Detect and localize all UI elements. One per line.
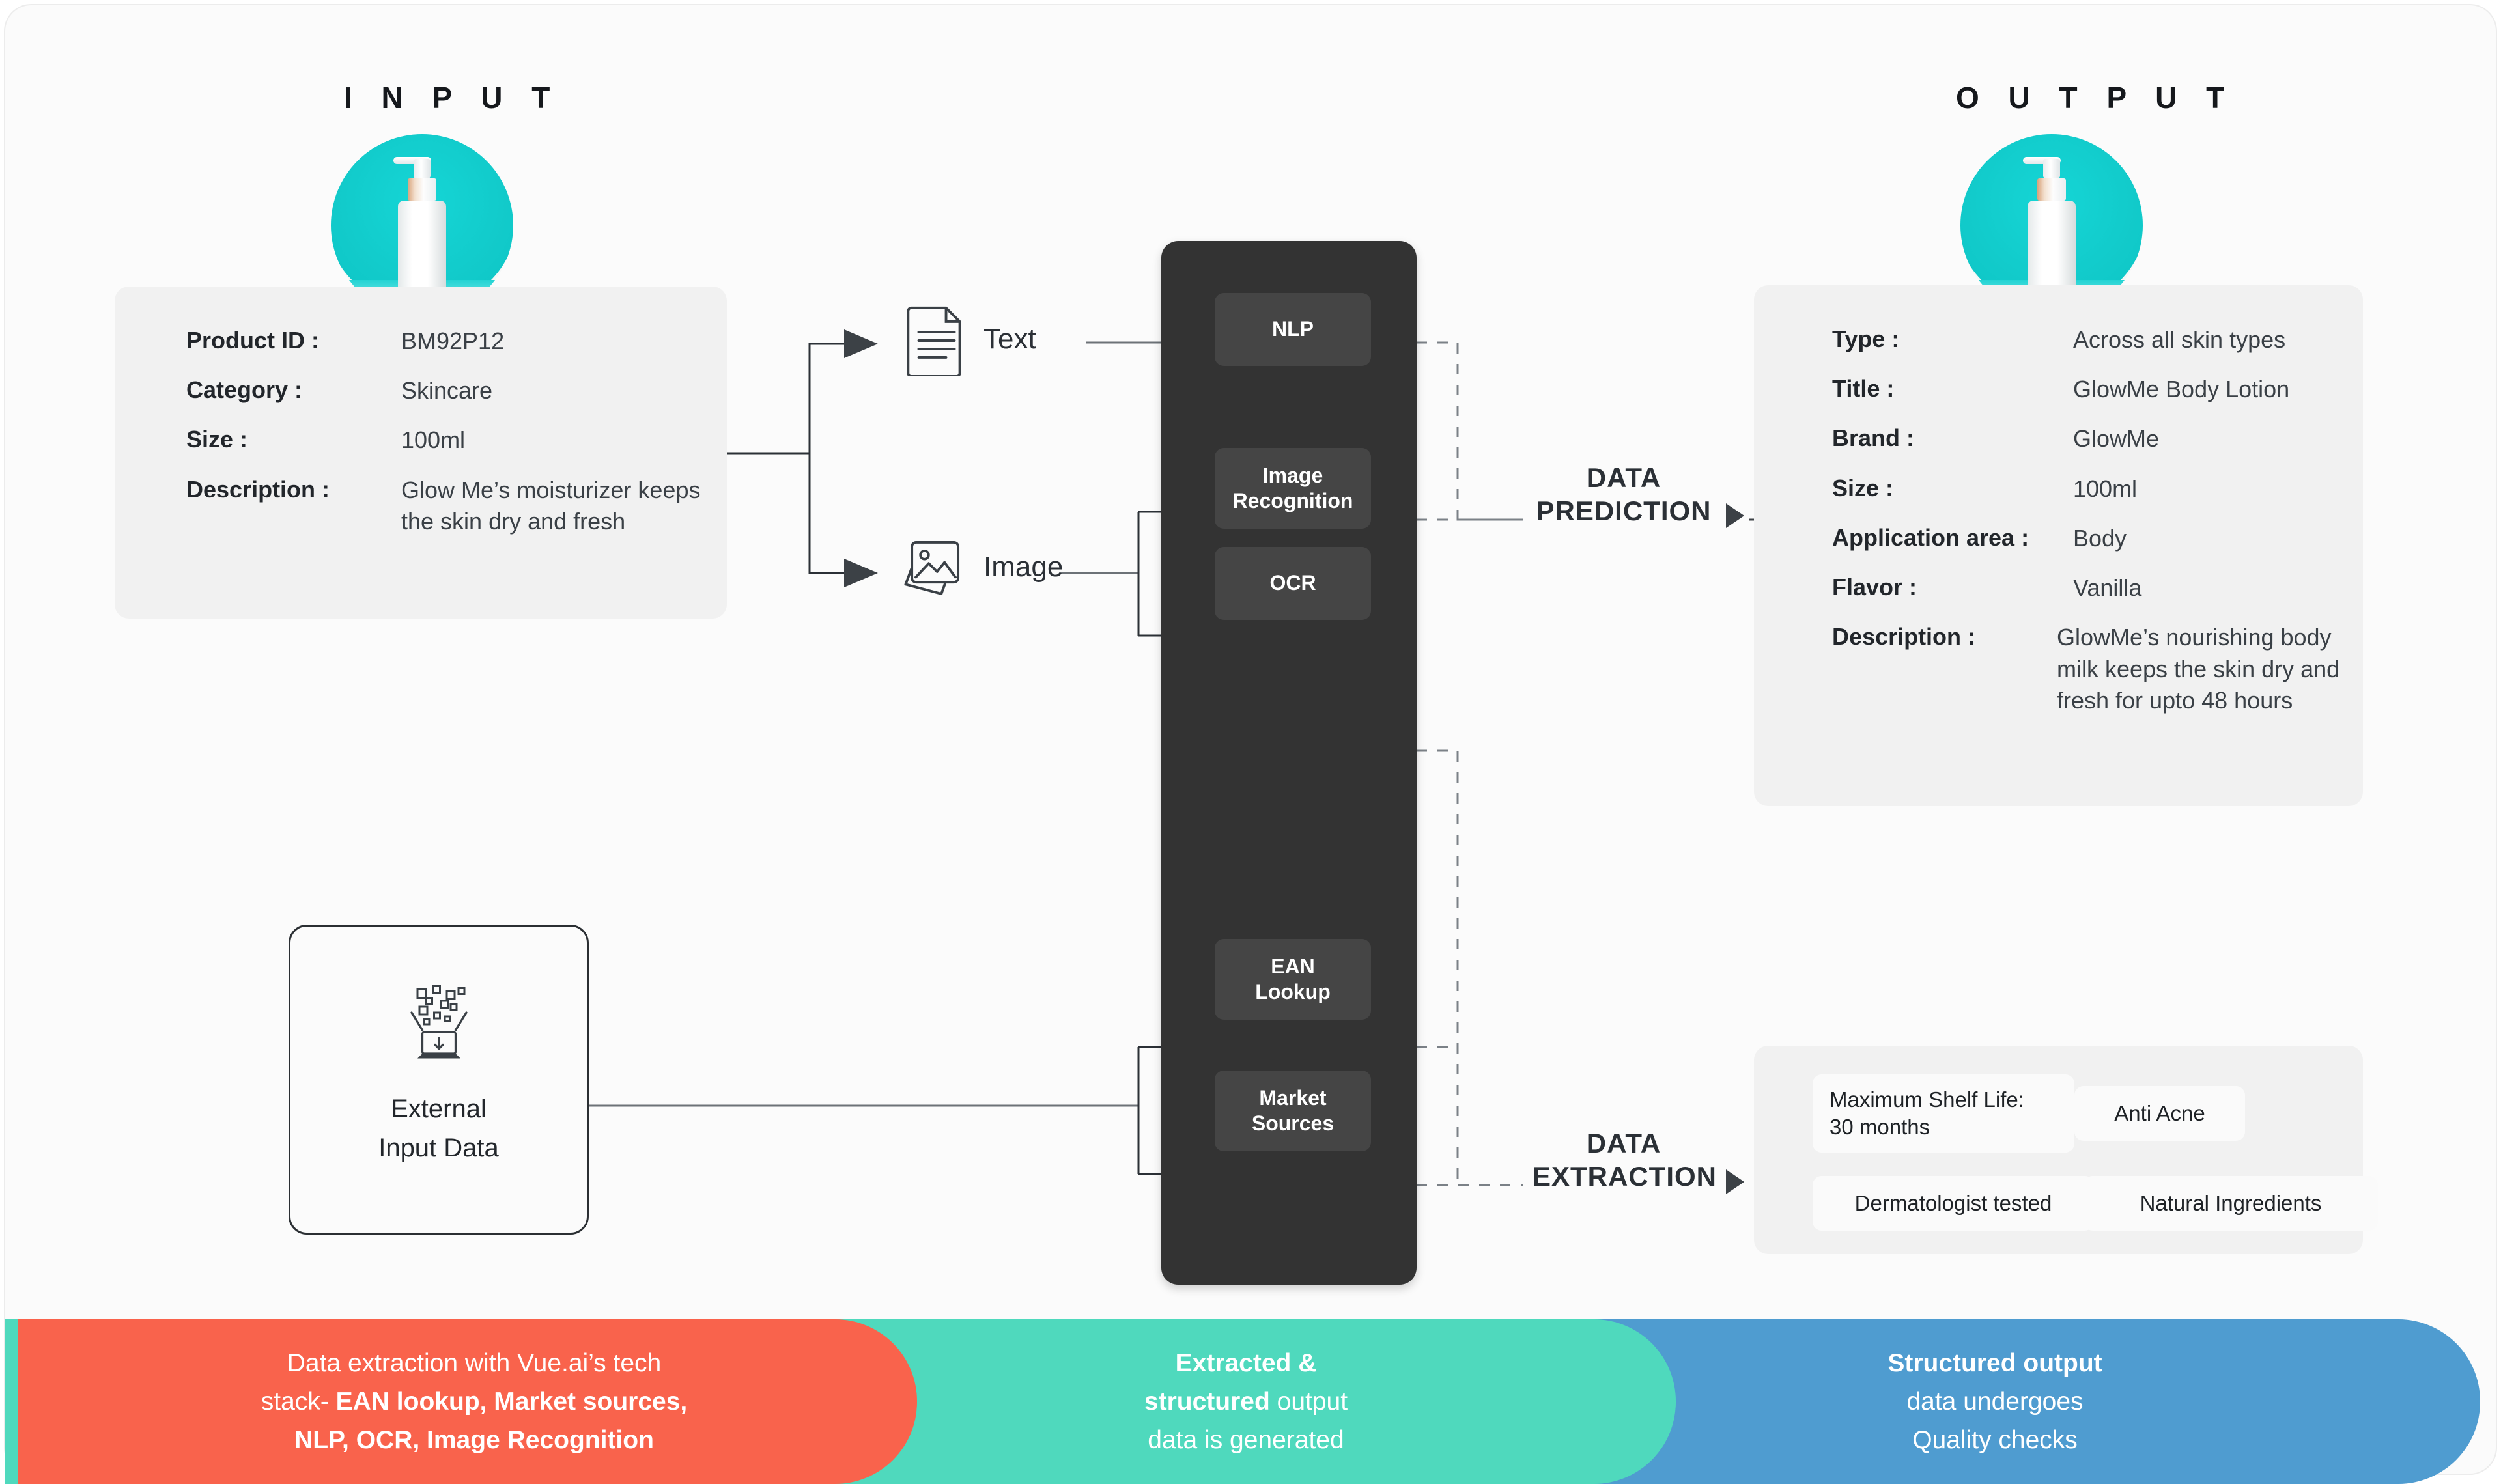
data-prediction-label: DATA PREDICTION [1536, 462, 1712, 527]
field-label: Description : [1832, 623, 1976, 651]
input-details-panel: Product ID : BM92P12 Category : Skincare S… [115, 287, 727, 619]
engine-chip-nlp[interactable]: NLP [1215, 293, 1371, 366]
image-modality-label: Image [983, 551, 1064, 583]
output-row: Description : GlowMe’s nourishing body mi… [1832, 622, 2363, 716]
field-value: Glow Me’s moisturizer keeps the skin dry… [401, 476, 701, 535]
input-row: Category : Skincare [186, 375, 707, 406]
data-prediction-arrow-icon [1726, 503, 1744, 528]
field-value: BM92P12 [401, 328, 505, 354]
tag-maximum-shelf-life[interactable]: Maximum Shelf Life: 30 months [1813, 1074, 2074, 1153]
field-value: 100ml [2073, 475, 2138, 502]
tag-anti-acne[interactable]: Anti Acne [2074, 1086, 2245, 1141]
field-value: 100ml [401, 427, 466, 454]
input-row: Description : Glow Me’s moisturizer keeps… [186, 475, 707, 537]
data-extraction-label: DATA EXTRACTION [1533, 1128, 1717, 1192]
diagram-canvas: I N P U T Product ID : BM92P12 Category :… [5, 5, 2496, 1484]
field-value: GlowMe’s nourishing body milk keeps the … [2057, 624, 2340, 714]
external-input-label: External Input Data [378, 1095, 499, 1162]
field-label: Brand : [1832, 425, 1914, 452]
ai-engine-panel: NLP Image Recognition OCR EAN Lookup Mar… [1161, 241, 1417, 1285]
field-value: GlowMe [2073, 425, 2160, 453]
engine-chip-ean-lookup[interactable]: EAN Lookup [1215, 939, 1371, 1020]
data-extraction-arrow-icon [1726, 1169, 1744, 1194]
field-label: Type : [1832, 326, 1900, 352]
ribbon-blue-line1-bold: Structured output [1887, 1349, 2102, 1377]
ribbon-red-line1: Data extraction with Vue.ai’s tech [287, 1349, 662, 1377]
document-icon [904, 305, 969, 380]
output-row: Type : Across all skin types [1832, 324, 2363, 356]
engine-chip-ocr[interactable]: OCR [1215, 547, 1371, 620]
ribbon-red-line3-bold: NLP, OCR, Image Recognition [294, 1426, 654, 1455]
field-value: Skincare [401, 377, 493, 404]
field-value: Vanilla [2073, 574, 2142, 602]
ribbon-green-line2-bold: structured [1144, 1387, 1270, 1416]
field-label: Description : [186, 475, 330, 503]
engine-chip-image-recognition[interactable]: Image Recognition [1215, 448, 1371, 529]
field-label: Application area : [1832, 524, 2029, 551]
ribbon-green-line3: data is generated [1148, 1426, 1344, 1455]
field-label: Flavor : [1832, 574, 1917, 601]
output-row: Title : GlowMe Body Lotion [1832, 374, 2363, 405]
field-value: GlowMe Body Lotion [2073, 376, 2290, 403]
field-value: Body [2073, 524, 2127, 552]
ribbon-blue-line3: Quality checks [1912, 1426, 2078, 1455]
field-value: Across all skin types [2073, 326, 2286, 353]
tag-natural-ingredients[interactable]: Natural Ingredients [2084, 1176, 2378, 1231]
process-summary-ribbon: Data extraction with Vue.ai’s tech stack… [5, 1319, 2501, 1484]
ribbon-blue-line2: data undergoes [1906, 1387, 2084, 1416]
input-row: Product ID : BM92P12 [186, 326, 707, 357]
output-row: Application area : Body [1832, 523, 2363, 554]
field-label: Product ID : [186, 327, 319, 354]
output-row: Brand : GlowMe [1832, 423, 2363, 455]
field-label: Size : [1832, 474, 1894, 501]
text-modality-label: Text [983, 323, 1036, 355]
input-row: Size : 100ml [186, 425, 707, 456]
ribbon-red-line2-bold: EAN lookup, Market sources, [335, 1387, 688, 1416]
field-label: Size : [186, 426, 248, 453]
data-import-icon [390, 973, 488, 1074]
output-details-panel: Type : Across all skin types Title : GlowM… [1754, 285, 2363, 806]
field-label: Category : [186, 376, 303, 404]
ribbon-text-red: Data extraction with Vue.ai’s tech stack… [129, 1319, 819, 1484]
ribbon-text-blue: Structured output data undergoes Quality… [1760, 1319, 2229, 1484]
input-section-title: I N P U T [344, 81, 561, 115]
output-row: Flavor : Vanilla [1832, 572, 2363, 604]
ribbon-text-green: Extracted & structured output data is ge… [1011, 1319, 1480, 1484]
engine-chip-market-sources[interactable]: Market Sources [1215, 1071, 1371, 1151]
tag-dermatologist-tested[interactable]: Dermatologist tested [1813, 1176, 2094, 1231]
extracted-tags-panel: Maximum Shelf Life: 30 months Anti Acne … [1754, 1046, 2378, 1254]
photos-icon [899, 534, 969, 602]
ribbon-green-line2-normal: output [1269, 1387, 1348, 1416]
output-row: Size : 100ml [1832, 473, 2363, 505]
ribbon-red-line2-normal: stack- [261, 1387, 336, 1416]
external-input-data-box[interactable]: External Input Data [289, 925, 589, 1235]
field-label: Title : [1832, 375, 1895, 402]
output-section-title: O U T P U T [1956, 81, 2235, 115]
ribbon-green-line1-bold: Extracted & [1175, 1349, 1317, 1377]
